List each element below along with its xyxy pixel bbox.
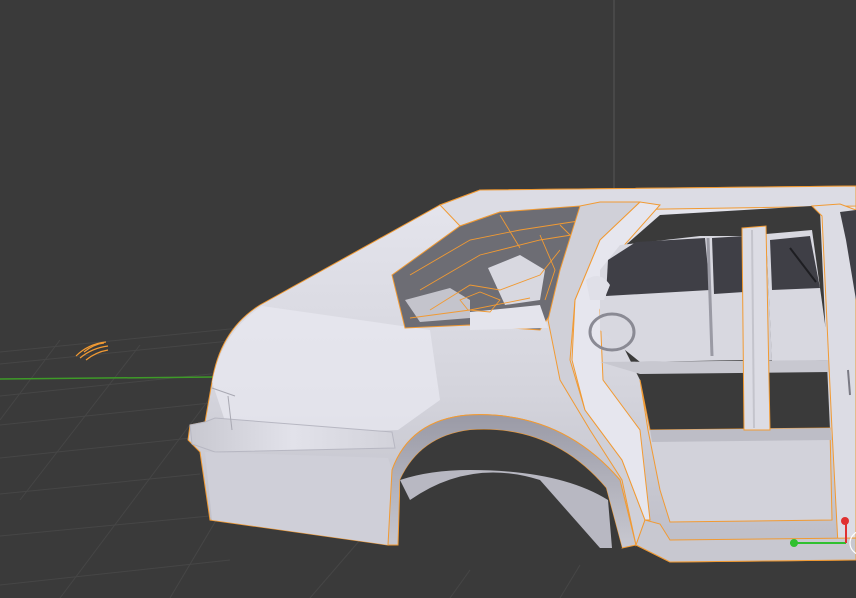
far-side-sill bbox=[600, 360, 830, 374]
3d-viewport[interactable] bbox=[0, 0, 856, 598]
far-side-window-mid bbox=[712, 236, 744, 294]
viewport-canvas[interactable] bbox=[0, 0, 856, 598]
gizmo-y-handle[interactable] bbox=[790, 539, 798, 547]
gizmo-x-handle[interactable] bbox=[841, 517, 849, 525]
b-pillar bbox=[741, 225, 771, 431]
door-sill bbox=[650, 428, 832, 442]
